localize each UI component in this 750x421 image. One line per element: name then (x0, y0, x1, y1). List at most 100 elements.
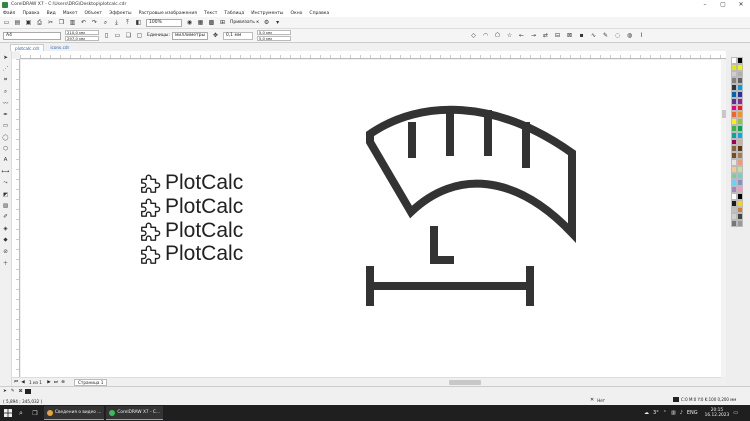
palette-swatch[interactable] (737, 138, 743, 146)
publish-pdf-icon[interactable]: ◧ (135, 19, 142, 26)
clock[interactable]: 20:15 16.12.2023 (705, 408, 730, 418)
align-icon[interactable]: ⊟ (554, 32, 561, 39)
drawing-canvas[interactable]: PlotCalc PlotCalc PlotCalc PlotCalc (21, 60, 721, 377)
palette-swatch[interactable] (737, 104, 743, 112)
units-select[interactable]: миллиметры (171, 31, 208, 40)
prev-page-icon[interactable]: ◀ (20, 379, 26, 385)
weather-icon[interactable]: ☁ (644, 410, 649, 416)
task-view-icon[interactable]: ❐ (30, 410, 40, 417)
cut-icon[interactable]: ✂ (47, 19, 54, 26)
smart-fill-tool-icon[interactable]: ◆ (1, 236, 10, 245)
menu-tools[interactable]: Инструменты (251, 11, 283, 16)
add-tool-icon[interactable]: ＋ (1, 258, 10, 267)
palette-swatch[interactable] (737, 63, 743, 71)
flip-icon[interactable]: ⇄ (542, 32, 549, 39)
import-icon[interactable]: ⤓ (113, 19, 120, 26)
all-pages-icon[interactable]: ❏ (125, 32, 132, 39)
undo-icon[interactable]: ↶ (80, 19, 87, 26)
brand-row[interactable]: PlotCalc (139, 220, 243, 242)
drop-shadow-tool-icon[interactable]: ◩ (1, 190, 10, 199)
palette-swatch[interactable] (737, 152, 743, 159)
close-button[interactable]: ✕ (732, 0, 750, 9)
palette-swatch[interactable] (737, 199, 743, 207)
parallel-dimension-tool-icon[interactable]: ⟷ (1, 167, 10, 176)
connector-tool-icon[interactable]: ⤳ (1, 179, 10, 188)
freehand-tool-icon[interactable]: 〰 (1, 99, 10, 108)
brand-row[interactable]: PlotCalc (139, 196, 243, 218)
options-icon[interactable]: ⚙ (263, 19, 270, 26)
search-icon[interactable]: ⌕ (16, 409, 26, 418)
palette-swatch[interactable] (737, 84, 743, 91)
polygon-tool-icon[interactable]: ⬡ (1, 145, 10, 154)
outline-icon[interactable]: ◌ (614, 32, 621, 39)
taskbar-app-coreldraw[interactable]: CorelDRAW X7 - C... (106, 406, 164, 420)
landscape-icon[interactable]: ▭ (114, 32, 121, 39)
guidelines-icon[interactable]: ⊞ (219, 19, 226, 26)
search-content-icon[interactable]: ⌕ (102, 19, 109, 26)
plot-ruler-graphic[interactable] (366, 104, 576, 309)
text-tool-icon[interactable]: A (1, 156, 10, 165)
node-icon[interactable]: ▪ (578, 32, 585, 39)
new-document-icon[interactable]: ▭ (3, 19, 10, 26)
chevron-up-icon[interactable]: ⌃ (663, 410, 667, 416)
page-width-field[interactable]: 210,0 мм (65, 29, 99, 35)
rulers-icon[interactable]: ▦ (197, 19, 204, 26)
palette-swatch[interactable] (737, 213, 743, 221)
menu-object[interactable]: Объект (84, 11, 102, 16)
palette-swatch[interactable] (737, 111, 743, 119)
menu-bitmaps[interactable]: Растровые изображения (139, 11, 197, 16)
palette-swatch[interactable] (737, 158, 743, 166)
notifications-icon[interactable]: ▭ (733, 410, 738, 416)
menu-layout[interactable]: Макет (63, 11, 78, 16)
save-icon[interactable]: ▣ (25, 19, 32, 26)
grid-icon[interactable]: ▩ (208, 19, 215, 26)
palette-swatch[interactable] (737, 70, 743, 78)
palette-swatch[interactable] (737, 220, 743, 227)
language-indicator[interactable]: ENG (687, 410, 698, 416)
palette-swatch[interactable] (737, 145, 743, 153)
vertical-scroll-thumb[interactable] (721, 110, 726, 118)
next-page-icon[interactable]: ▶ (46, 379, 52, 385)
menu-window[interactable]: Окно (290, 11, 302, 16)
taskbar-app-browser[interactable]: Сведения о видео ... (44, 406, 105, 420)
windows-start-button[interactable] (0, 405, 16, 421)
palette-swatch[interactable] (737, 192, 743, 200)
snap-to-select[interactable]: Привязать к (230, 20, 259, 25)
full-screen-icon[interactable]: ◉ (186, 19, 193, 26)
zoom-tool-icon[interactable]: ⌕ (1, 88, 10, 97)
page-height-field[interactable]: 297,0 мм (65, 35, 99, 41)
copy-icon[interactable]: ❐ (58, 19, 65, 26)
nudge-distance-field[interactable]: 0,1 мм (222, 31, 253, 40)
duplicate-x-field[interactable]: 5,0 мм (256, 29, 291, 35)
network-icon[interactable]: ▥ (671, 410, 676, 416)
palette-swatch[interactable] (737, 206, 743, 214)
print-icon[interactable]: ⎙ (36, 19, 43, 26)
menu-table[interactable]: Таблица (224, 11, 244, 16)
horizontal-scroll-thumb[interactable] (449, 379, 481, 385)
shape-tool-icon[interactable]: ◇ (470, 32, 477, 39)
last-page-icon[interactable]: ⏭ (53, 379, 59, 385)
color-palette[interactable] (726, 51, 750, 386)
curve-icon[interactable]: ∿ (590, 32, 597, 39)
menu-help[interactable]: Справка (309, 11, 329, 16)
wrap-icon[interactable]: ⌇ (638, 32, 645, 39)
export-icon[interactable]: ⤒ (124, 19, 131, 26)
palette-swatch[interactable] (737, 186, 743, 193)
polygon-icon[interactable]: ⬠ (494, 32, 501, 39)
palette-swatch[interactable] (737, 179, 743, 187)
first-page-icon[interactable]: ⏮ (13, 379, 19, 385)
crop-tool-icon[interactable]: ⌗ (1, 76, 10, 85)
redo-icon[interactable]: ↷ (91, 19, 98, 26)
page-tab-1[interactable]: Страница 1 (73, 378, 108, 386)
transparency-tool-icon[interactable]: ▨ (1, 201, 10, 210)
brand-row[interactable]: PlotCalc (139, 243, 243, 265)
fill-icon[interactable]: ◍ (626, 32, 633, 39)
palette-swatch[interactable] (737, 90, 743, 98)
distribute-icon[interactable]: ⊠ (566, 32, 573, 39)
menu-text[interactable]: Текст (204, 11, 217, 16)
horizontal-ruler[interactable] (20, 51, 726, 59)
rectangle-tool-icon[interactable]: ▭ (1, 122, 10, 131)
menu-view[interactable]: Вид (47, 11, 56, 16)
outline-pen-tool-icon[interactable]: ⊘ (1, 247, 10, 256)
pick-tool-icon[interactable]: ➤ (1, 53, 10, 62)
